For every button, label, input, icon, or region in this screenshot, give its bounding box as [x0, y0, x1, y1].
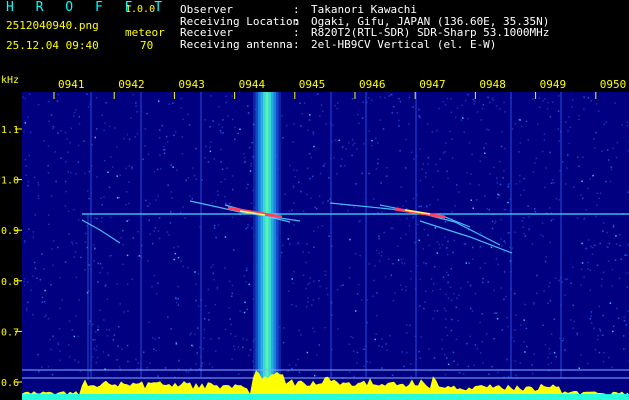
freq-axis-band — [0, 92, 22, 400]
station-info: Observer: Takanori Kawachi Receiving Loca… — [180, 4, 549, 50]
time-label: 0941 — [58, 78, 85, 91]
header-panel: H R O F F T 1.0.0 2512040940.png meteor … — [0, 0, 629, 75]
time-label: 0950 — [600, 78, 627, 91]
antenna-row: Receiving antenna: 2el-HB9CV Vertical (el… — [180, 37, 549, 51]
time-label: 0948 — [479, 78, 506, 91]
receiver-separator: : — [293, 26, 300, 39]
baseline-strip — [22, 394, 629, 400]
spectrogram: 0941 0942 0943 0944 0945 0946 0947 0948 0949 0950… — [0, 75, 629, 400]
antenna-label: Receiving antenna — [180, 37, 293, 51]
freq-label: 0.7 — [1, 327, 19, 338]
vertical-stripe — [200, 92, 202, 377]
observer-separator: : — [293, 3, 300, 16]
receiver-label: Receiver — [180, 26, 233, 39]
freq-label: 0.6 — [1, 378, 19, 389]
time-label: 0949 — [540, 78, 567, 91]
vertical-stripe — [140, 92, 142, 377]
freq-unit-label: kHz — [1, 75, 19, 86]
capture-datetime: 25.12.04 09:40 — [6, 39, 99, 52]
time-label: 0947 — [419, 78, 446, 91]
antenna-value: 2el-HB9CV Vertical (el. E-W) — [311, 37, 497, 51]
meteor-count: 70 — [140, 39, 154, 52]
spectrogram-panel: 0941 0942 0943 0944 0945 0946 0947 0948 0949 0950… — [0, 75, 629, 400]
vertical-stripe — [90, 92, 92, 377]
observer-label: Observer — [180, 3, 233, 16]
antenna-separator: : — [293, 37, 300, 51]
time-label: 0942 — [118, 78, 145, 91]
time-label: 0945 — [299, 78, 326, 91]
vertical-stripe — [560, 92, 562, 377]
vertical-stripe — [415, 92, 417, 377]
freq-label: 0.8 — [1, 277, 19, 288]
vertical-stripe — [330, 92, 332, 377]
file-name: 2512040940.png — [6, 19, 99, 32]
category-label: meteor — [125, 26, 165, 39]
time-label: 0943 — [178, 78, 205, 91]
vertical-stripe — [510, 92, 512, 377]
app-version: 1.0.0 — [125, 4, 156, 15]
freq-label: 1.1 — [1, 125, 19, 136]
time-label: 0946 — [359, 78, 386, 91]
vertical-stripe — [365, 92, 367, 377]
freq-label: 1.0 — [1, 176, 19, 187]
time-label: 0944 — [239, 78, 266, 91]
freq-label: 0.9 — [1, 226, 19, 237]
spectrogram-background — [0, 75, 629, 400]
interference-band-layer — [265, 92, 269, 400]
